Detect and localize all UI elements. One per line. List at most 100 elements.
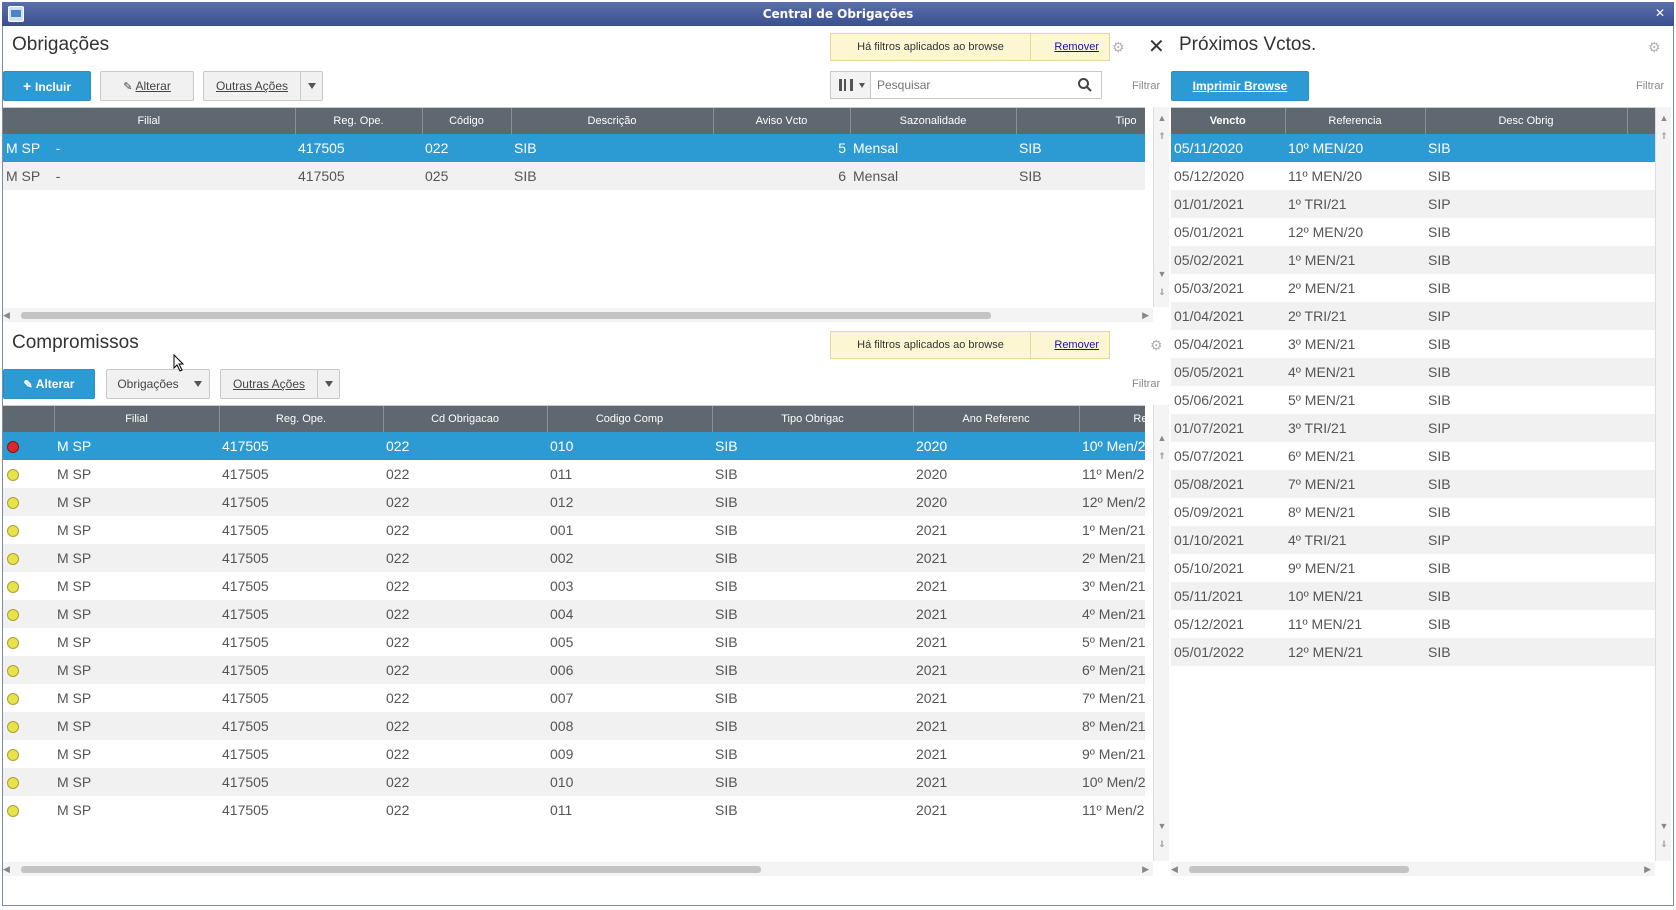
compromissos-grid: Filial Reg. Ope. Cd Obrigacao Codigo Com… (3, 405, 1145, 861)
table-row[interactable]: M SP 417505 022 005 SIB 2021 5º Men/21 (3, 628, 1145, 656)
table-row[interactable]: 05/06/20215º MEN/21SIB417 (1171, 386, 1655, 414)
proximos-hscroll[interactable]: ◀ ▶ (1171, 862, 1655, 876)
table-row[interactable]: M SP - 417505 022 SIB 5 Mensal SIB (3, 134, 1145, 162)
filtrar-label[interactable]: Filtrar (1636, 80, 1664, 92)
col-aviso-vcto[interactable]: Aviso Vcto (713, 108, 851, 134)
table-row[interactable]: 05/01/202112º MEN/20SIB417 (1171, 218, 1655, 246)
table-row[interactable]: 01/01/20211º TRI/21SIP417 (1171, 190, 1655, 218)
table-row[interactable]: 01/10/20214º TRI/21SIP417 (1171, 526, 1655, 554)
proximos-vscroll[interactable]: ▲ ⇑ ▼ ⇓ (1655, 107, 1671, 861)
table-row[interactable]: 01/04/20212º TRI/21SIP417 (1171, 302, 1655, 330)
table-row[interactable]: 05/08/20217º MEN/21SIB417 (1171, 470, 1655, 498)
compromissos-hscroll[interactable]: ◀ ▶ (3, 862, 1153, 876)
status-indicator-icon (7, 693, 19, 706)
status-indicator-icon (7, 721, 19, 734)
filter-message: Há filtros aplicados ao browse (831, 34, 1031, 60)
compromissos-vscroll[interactable]: ▲ ⇑ ▼ ⇓ (1153, 405, 1169, 861)
table-row[interactable]: 05/09/20218º MEN/21SIB417 (1171, 498, 1655, 526)
col-ano-referenc[interactable]: Ano Referenc (913, 406, 1080, 432)
table-row[interactable]: 05/01/202212º MEN/21SIB417 (1171, 638, 1655, 666)
filtrar-label[interactable]: Filtrar (1132, 378, 1160, 390)
table-row[interactable]: M SP - 417505 025 SIB 6 Mensal SIB (3, 162, 1145, 190)
columns-icon[interactable] (831, 72, 871, 98)
col-tipo-obrigac[interactable]: Tipo Obrigac (712, 406, 914, 432)
table-row[interactable]: M SP 417505 022 001 SIB 2021 1º Men/21 (3, 516, 1145, 544)
col-vencto[interactable]: Vencto (1171, 108, 1286, 134)
table-row[interactable]: M SP417505022011SIB202011º Men/20 (3, 460, 1145, 488)
status-indicator-icon (7, 665, 19, 678)
chevron-down-icon[interactable] (300, 72, 322, 100)
filtrar-label[interactable]: Filtrar (1132, 80, 1160, 92)
table-row[interactable]: M SP417505022012SIB202012º Men/20 (3, 488, 1145, 516)
table-row[interactable]: M SP 417505 022 003 SIB 2021 3º Men/21 (3, 572, 1145, 600)
status-indicator-icon (7, 441, 19, 454)
obrigacoes-grid: Filial Reg. Ope. Código Descrição Aviso … (3, 107, 1145, 305)
proximos-grid: Vencto Referencia Desc Obrig 05/11/2020 1… (1171, 107, 1655, 861)
table-row[interactable]: M SP 417505 022 006 SIB 2021 6º Men/21 (3, 656, 1145, 684)
table-row[interactable]: 05/12/202111º MEN/21SIB417 (1171, 610, 1655, 638)
col-descricao[interactable]: Descrição (511, 108, 714, 134)
obrigacoes-vscroll[interactable]: ▲ ⇑ ▼ ⇓ (1153, 107, 1169, 307)
filter-message: Há filtros aplicados ao browse (831, 332, 1031, 358)
gear-icon[interactable]: ⚙ (1648, 40, 1662, 54)
obrigacoes-dropdown-button[interactable]: Obrigações (106, 369, 210, 399)
remove-filter-link[interactable]: Remover (1054, 34, 1099, 60)
table-row[interactable]: M SP 417505 022 002 SIB 2021 2º Men/21 (3, 544, 1145, 572)
search-field[interactable] (830, 71, 1102, 99)
table-row[interactable]: M SP417505022011SIB202111º Men/21 (3, 796, 1145, 824)
status-indicator-icon (7, 637, 19, 650)
table-row[interactable]: 05/11/202110º MEN/21SIB417 (1171, 582, 1655, 610)
status-indicator-icon (7, 805, 19, 818)
window-close-icon[interactable]: ✕ (1652, 5, 1668, 21)
col-reg-ope[interactable]: Reg. Ope. (219, 406, 384, 432)
obrigacoes-hscroll[interactable]: ◀ ▶ (3, 308, 1153, 322)
window-titlebar: Central de Obrigações ✕ (2, 2, 1674, 26)
col-desc-obrig[interactable]: Desc Obrig (1425, 108, 1628, 134)
table-row[interactable]: 05/05/20214º MEN/21SIB417 (1171, 358, 1655, 386)
col-filial[interactable]: Filial (3, 108, 296, 134)
table-row[interactable]: M SP 417505 022 007 SIB 2021 7º Men/21 (3, 684, 1145, 712)
table-row[interactable]: M SP417505022010SIB202110º Men/21 (3, 768, 1145, 796)
table-row[interactable]: M SP 417505 022 009 SIB 2021 9º Men/21 (3, 740, 1145, 768)
outras-acoes-button[interactable]: Outras Ações (203, 71, 323, 101)
alterar-primary-button[interactable]: ✎ Alterar (3, 369, 95, 399)
table-row[interactable]: M SP417505022010SIB202010º Men/20 (3, 432, 1145, 460)
table-row[interactable]: 01/07/20213º TRI/21SIP417 (1171, 414, 1655, 442)
table-row[interactable]: 05/07/20216º MEN/21SIB417 (1171, 442, 1655, 470)
window-title: Central de Obrigações (762, 7, 914, 21)
status-indicator-icon (7, 525, 19, 538)
imprimir-browse-button[interactable]: Imprimir Browse (1171, 71, 1309, 101)
col-filial[interactable]: Filial (54, 406, 220, 432)
chevron-down-icon[interactable] (187, 370, 209, 398)
table-row[interactable]: 05/12/202011º MEN/20SIB417 (1171, 162, 1655, 190)
gear-icon[interactable]: ⚙ (1150, 338, 1164, 352)
col-cd-obrigacao[interactable]: Cd Obrigacao (383, 406, 548, 432)
search-input[interactable] (877, 76, 1057, 94)
table-row[interactable]: 05/04/20213º MEN/21SIB417 (1171, 330, 1655, 358)
search-icon[interactable] (1077, 77, 1093, 93)
table-row[interactable]: 05/11/202010º MEN/20SIB417 (1171, 134, 1655, 162)
status-indicator-icon (7, 609, 19, 622)
col-tipo[interactable]: Tipo (1016, 108, 1145, 134)
col-ref[interactable]: Ref (1079, 406, 1145, 432)
col-referencia[interactable]: Referencia (1285, 108, 1426, 134)
close-icon[interactable]: ✕ (1148, 34, 1165, 59)
col-sazonalidade[interactable]: Sazonalidade (850, 108, 1017, 134)
table-row[interactable]: 05/03/20212º MEN/21SIB417 (1171, 274, 1655, 302)
table-row[interactable]: 05/10/20219º MEN/21SIB417 (1171, 554, 1655, 582)
remove-filter-link[interactable]: Remover (1054, 332, 1099, 358)
alterar-button[interactable]: ✎ Alterar (100, 71, 194, 101)
table-row[interactable]: 05/02/20211º MEN/21SIB417 (1171, 246, 1655, 274)
outras-acoes-button[interactable]: Outras Ações (220, 369, 340, 399)
status-indicator-icon (7, 749, 19, 762)
col-reg[interactable] (1627, 108, 1655, 134)
incluir-button[interactable]: + Incluir (3, 71, 91, 101)
col-codigo[interactable]: Código (422, 108, 512, 134)
status-indicator-icon (7, 497, 19, 510)
chevron-down-icon[interactable] (317, 370, 339, 398)
table-row[interactable]: M SP 417505 022 008 SIB 2021 8º Men/21 (3, 712, 1145, 740)
col-codigo-comp[interactable]: Codigo Comp (547, 406, 713, 432)
table-row[interactable]: M SP 417505 022 004 SIB 2021 4º Men/21 (3, 600, 1145, 628)
col-reg-ope[interactable]: Reg. Ope. (295, 108, 423, 134)
gear-icon[interactable]: ⚙ (1112, 40, 1126, 54)
